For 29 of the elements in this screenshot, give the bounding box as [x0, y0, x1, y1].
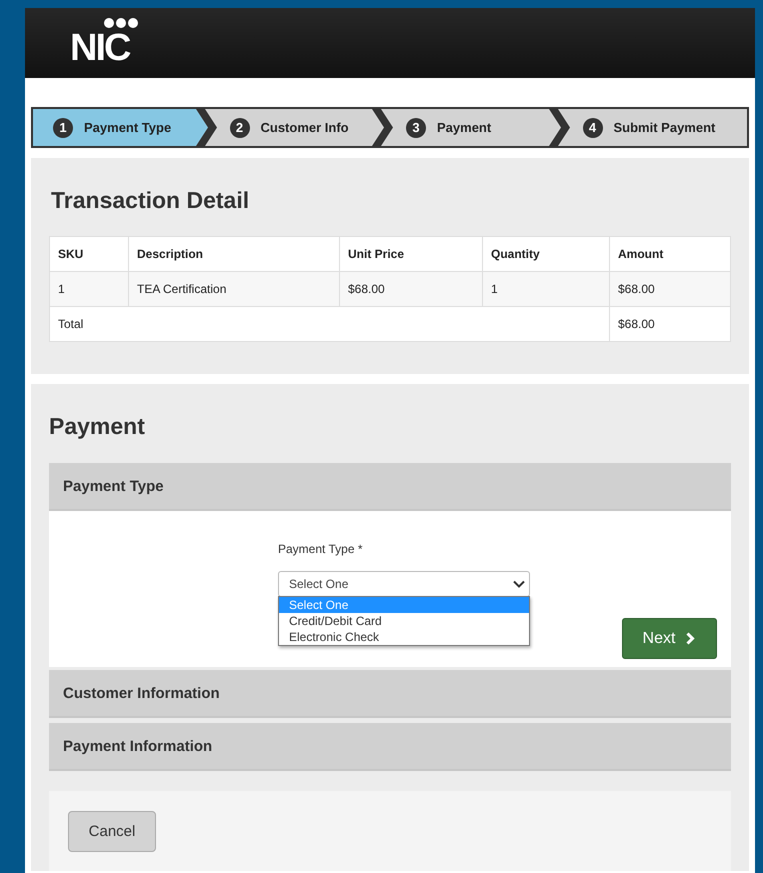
- chevron-right-icon: [685, 632, 696, 645]
- next-button[interactable]: Next: [622, 618, 717, 659]
- section-title: Transaction Detail: [51, 187, 250, 214]
- column-header: Unit Price: [340, 236, 482, 272]
- step-number: 1: [53, 118, 73, 138]
- step-number: 3: [406, 118, 426, 138]
- logo-text: NIC: [70, 27, 130, 69]
- column-header: SKU: [50, 236, 128, 272]
- table-cell: $68.00: [340, 272, 482, 306]
- column-header: Description: [128, 236, 340, 272]
- table-cell: $68.00: [610, 306, 730, 342]
- accordion-header[interactable]: Customer Information: [49, 670, 731, 718]
- dropdown-option[interactable]: Credit/Debit Card: [279, 613, 529, 629]
- step-tab[interactable]: 1 Payment Type: [33, 109, 218, 146]
- step-number: 2: [230, 118, 250, 138]
- table-cell: 1: [482, 272, 610, 306]
- dropdown-option[interactable]: Electronic Check: [279, 629, 529, 645]
- dots-icon: [101, 17, 141, 29]
- chevron-down-icon: [513, 580, 525, 588]
- table-cell: 1: [50, 272, 128, 306]
- table-cell: Total: [50, 306, 610, 342]
- table-cell: TEA Certification: [128, 272, 340, 306]
- step-number: 4: [582, 118, 602, 138]
- cancel-button[interactable]: Cancel: [68, 810, 156, 852]
- table-cell: $68.00: [610, 272, 730, 306]
- field-label: Payment Type *: [278, 542, 364, 556]
- accordion-header[interactable]: Payment Type: [49, 463, 731, 511]
- accordion-header[interactable]: Payment Information: [49, 723, 731, 771]
- section-title: Payment: [49, 413, 146, 440]
